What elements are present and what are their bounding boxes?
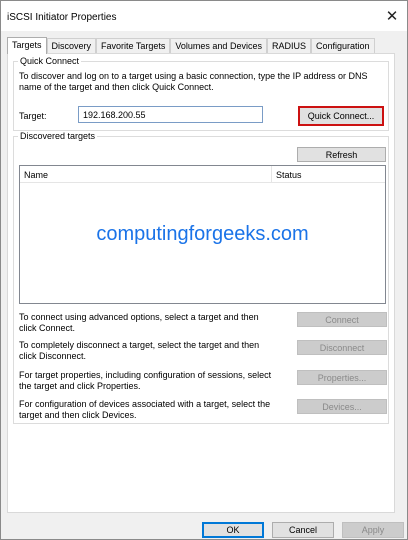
devices-button[interactable]: Devices...	[297, 399, 387, 414]
dialog-window: iSCSI Initiator Properties ✕ Targets Dis…	[0, 0, 408, 540]
tab-targets[interactable]: Targets	[7, 37, 47, 54]
tab-strip: Targets Discovery Favorite Targets Volum…	[7, 37, 375, 54]
title-bar: iSCSI Initiator Properties ✕	[1, 1, 407, 31]
close-icon[interactable]: ✕	[377, 1, 407, 31]
tab-configuration[interactable]: Configuration	[310, 38, 375, 53]
discovered-targets-list[interactable]: Name Status computingforgeeks.com	[19, 165, 386, 304]
properties-description: For target properties, including configu…	[19, 370, 272, 391]
refresh-button[interactable]: Refresh	[297, 147, 386, 162]
quick-connect-group-label: Quick Connect	[18, 56, 82, 66]
disconnect-button[interactable]: Disconnect	[297, 340, 387, 355]
quick-connect-button[interactable]: Quick Connect...	[298, 106, 384, 126]
column-header-name[interactable]: Name	[24, 170, 48, 180]
column-divider[interactable]	[271, 166, 272, 183]
tab-radius[interactable]: RADIUS	[266, 38, 311, 53]
target-input[interactable]	[78, 106, 263, 123]
quick-connect-group: Quick Connect To discover and log on to …	[13, 56, 389, 131]
ok-button[interactable]: OK	[202, 522, 264, 538]
window-title: iSCSI Initiator Properties	[7, 12, 117, 23]
discovered-targets-group: Discovered targets Refresh Name Status c…	[13, 131, 389, 424]
devices-description: For configuration of devices associated …	[19, 399, 271, 420]
targets-panel: Quick Connect To discover and log on to …	[7, 53, 395, 513]
tab-favorite-targets[interactable]: Favorite Targets	[96, 38, 171, 53]
disconnect-description: To completely disconnect a target, selec…	[19, 340, 260, 361]
watermark-text: computingforgeeks.com	[96, 223, 309, 245]
connect-description: To connect using advanced options, selec…	[19, 312, 259, 333]
tab-volumes-and-devices[interactable]: Volumes and Devices	[170, 38, 267, 53]
discovered-targets-group-label: Discovered targets	[18, 131, 98, 141]
list-header: Name Status	[20, 166, 385, 183]
connect-button[interactable]: Connect	[297, 312, 387, 327]
apply-button[interactable]: Apply	[342, 522, 404, 538]
tab-discovery[interactable]: Discovery	[46, 38, 97, 53]
cancel-button[interactable]: Cancel	[272, 522, 334, 538]
target-label: Target:	[19, 111, 47, 121]
quick-connect-description: To discover and log on to a target using…	[19, 71, 368, 92]
column-header-status[interactable]: Status	[276, 170, 302, 180]
properties-button[interactable]: Properties...	[297, 370, 387, 385]
